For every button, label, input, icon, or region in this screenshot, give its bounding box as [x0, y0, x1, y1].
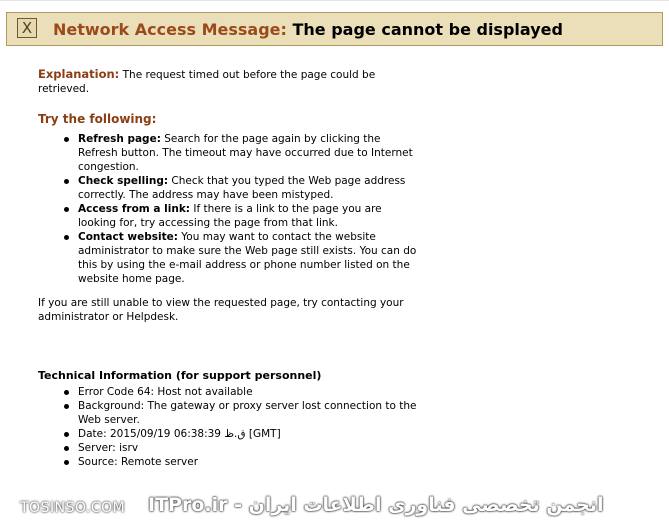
contact-text: If you are still unable to view the requ…: [38, 297, 404, 323]
tip-title: Contact website:: [78, 231, 178, 243]
tips-list: Refresh page: Search for the page again …: [38, 132, 418, 286]
technical-heading: Technical Information (for support perso…: [38, 369, 322, 382]
list-item: Background: The gateway or proxy server …: [64, 400, 417, 426]
top-border: [0, 0, 669, 1]
message-banner: X Network Access Message: The page canno…: [6, 12, 663, 46]
close-x-icon: X: [17, 18, 37, 38]
main-content: Explanation: The request timed out befor…: [38, 67, 418, 469]
tip-title: Refresh page:: [78, 133, 161, 145]
list-item: Error Code 64: Host not available: [64, 385, 418, 399]
list-item: Refresh page: Search for the page again …: [64, 132, 418, 174]
watermark-left: TOSINSO.COM: [20, 500, 126, 516]
list-item: Server: isrv: [64, 441, 418, 455]
try-heading: Try the following:: [38, 112, 157, 126]
list-item: Source: Remote server: [64, 455, 418, 469]
watermark: TOSINSO.COM ITPro.ir - انجمن تخصصی فناور…: [20, 494, 620, 520]
watermark-right: ITPro.ir - انجمن تخصصی فناوری اطلاعات ای…: [148, 494, 604, 516]
banner-label: Network Access Message:: [53, 20, 287, 39]
error-page: X Network Access Message: The page canno…: [0, 0, 669, 532]
list-item: Date: 2015/09/19 06:38:39 ق.ظ [GMT]: [64, 427, 418, 441]
list-item: Access from a link: If there is a link t…: [64, 202, 418, 230]
technical-list: Error Code 64: Host not available Backgr…: [38, 385, 418, 469]
explanation: Explanation: The request timed out befor…: [38, 67, 418, 96]
tip-title: Access from a link:: [78, 203, 191, 215]
banner-message: The page cannot be displayed: [292, 20, 563, 39]
tip-title: Check spelling:: [78, 175, 169, 187]
explanation-label: Explanation:: [38, 67, 120, 81]
list-item: Check spelling: Check that you typed the…: [64, 174, 418, 202]
banner-title: Network Access Message: The page cannot …: [53, 20, 563, 39]
list-item: Contact website: You may want to contact…: [64, 230, 418, 286]
